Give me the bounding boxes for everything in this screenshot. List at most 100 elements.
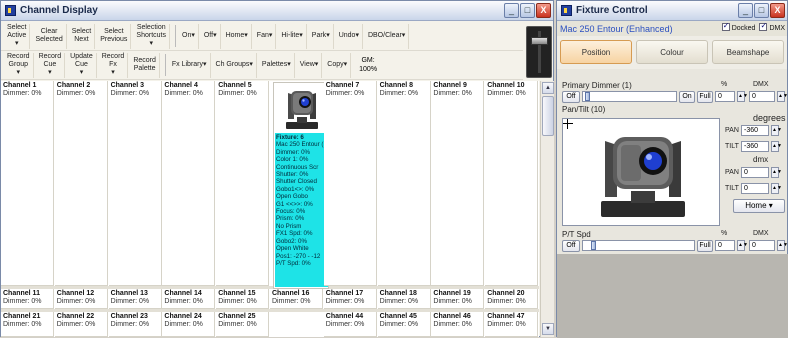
slider-knob[interactable] bbox=[585, 92, 590, 101]
dmx-checkbox[interactable] bbox=[759, 21, 768, 31]
minimize-button[interactable]: _ bbox=[504, 3, 519, 18]
toolbar-btn-undo[interactable]: Undo ▾ bbox=[336, 23, 363, 49]
channel-cell[interactable]: Channel 46 Dimmer: 0% bbox=[431, 312, 485, 337]
dmx-option[interactable]: DMX bbox=[759, 21, 785, 32]
channel-cell[interactable]: Channel 22 Dimmer: 0% bbox=[54, 312, 108, 337]
toolbar-btn-view[interactable]: View ▾ bbox=[297, 52, 323, 78]
channel-cell[interactable]: Channel 2 Dimmer: 0% bbox=[54, 81, 108, 286]
scroll-down-arrow-icon[interactable]: ▼ bbox=[542, 323, 554, 335]
channel-cell[interactable]: Channel 44 Dimmer: 0% bbox=[323, 312, 377, 337]
toolbar-btn-on[interactable]: On ▾ bbox=[179, 23, 199, 49]
toolbar-btn-select-active[interactable]: Select Active ▾ bbox=[4, 23, 31, 49]
slider-knob[interactable] bbox=[591, 241, 596, 250]
toolbar-btn-dbo-clear[interactable]: DBO/Clear ▾ bbox=[365, 23, 410, 49]
toolbar-btn-home[interactable]: Home ▾ bbox=[223, 23, 252, 49]
toolbar-btn-clear-selected[interactable]: Clear Selected bbox=[32, 23, 67, 49]
tilt-dmx-field[interactable]: 0 bbox=[741, 183, 769, 194]
tab-position[interactable]: Position bbox=[560, 40, 632, 64]
pts-pct-field[interactable]: 0 bbox=[715, 240, 735, 251]
pan-degrees-spinner[interactable]: ▲▼ bbox=[771, 125, 782, 136]
channel-vertical-scrollbar[interactable]: ▲ ▼ bbox=[540, 81, 554, 337]
fixture-6-cell[interactable]: Fixture: 6 Mac 250 Entour (Dimmer: 0% Col… bbox=[273, 82, 329, 289]
pts-dmx-spinner[interactable]: ▲▼ bbox=[777, 240, 788, 251]
pd-full-button[interactable]: Full bbox=[697, 91, 713, 103]
channel-cell[interactable]: Channel 5 Dimmer: 0% bbox=[216, 81, 270, 286]
docked-checkbox[interactable] bbox=[721, 21, 730, 31]
scroll-thumb[interactable] bbox=[542, 96, 554, 136]
pts-pct-spinner[interactable]: ▲▼ bbox=[737, 240, 748, 251]
channel-cell[interactable]: Channel 3 Dimmer: 0% bbox=[108, 81, 162, 286]
toolbar-btn-record-fx[interactable]: Record Fx ▾ bbox=[99, 52, 129, 78]
pd-dmx-spinner[interactable]: ▲▼ bbox=[777, 91, 788, 102]
toolbar-btn-select-next[interactable]: Select Next bbox=[69, 23, 96, 49]
minimize-button[interactable]: _ bbox=[738, 3, 753, 18]
channel-cell[interactable]: Channel 16 Dimmer: 0% bbox=[270, 289, 323, 309]
pd-pct-field[interactable]: 0 bbox=[715, 91, 735, 102]
grand-master-fader[interactable] bbox=[526, 26, 552, 78]
toolbar-btn-record-cue[interactable]: Record Cue ▾ bbox=[36, 52, 66, 78]
pts-full-button[interactable]: Full bbox=[697, 240, 713, 252]
channel-cell[interactable]: Channel 47 Dimmer: 0% bbox=[485, 312, 539, 337]
channel-display-titlebar[interactable]: Channel Display _ □ X bbox=[1, 1, 553, 21]
channel-cell[interactable]: Channel 20 Dimmer: 0% bbox=[485, 289, 539, 309]
toolbar-btn-hi-lite[interactable]: Hi-lite ▾ bbox=[278, 23, 307, 49]
pan-degrees-field[interactable]: -360 bbox=[741, 125, 769, 136]
toolbar-btn-select-previous[interactable]: Select Previous bbox=[97, 23, 132, 49]
pd-pct-spinner[interactable]: ▲▼ bbox=[737, 91, 748, 102]
home-button[interactable]: Home ▾ bbox=[733, 199, 785, 213]
toolbar-btn-fan[interactable]: Fan ▾ bbox=[254, 23, 277, 49]
channel-cell[interactable]: Channel 21 Dimmer: 0% bbox=[1, 312, 54, 337]
toolbar-btn-palettes[interactable]: Palettes ▾ bbox=[259, 52, 295, 78]
pan-dmx-field[interactable]: 0 bbox=[741, 167, 769, 178]
channel-cell[interactable]: Channel 18 Dimmer: 0% bbox=[377, 289, 431, 309]
toolbar-btn-record-group[interactable]: Record Group ▾ bbox=[4, 52, 34, 78]
close-button[interactable]: X bbox=[770, 3, 785, 18]
fixture-control-titlebar[interactable]: Fixture Control _ □ X bbox=[557, 1, 787, 21]
channel-cell[interactable]: Channel 10 Dimmer: 0% bbox=[485, 81, 539, 286]
channel-cell[interactable]: Channel 1 Dimmer: 0% bbox=[1, 81, 54, 286]
toolbar-btn-ch-groups[interactable]: Ch Groups ▾ bbox=[213, 52, 257, 78]
channel-cell[interactable]: Channel 25 Dimmer: 0% bbox=[216, 312, 270, 337]
channel-cell[interactable]: Channel 12 Dimmer: 0% bbox=[54, 289, 108, 309]
channel-cell[interactable]: Channel 7 Dimmer: 0% bbox=[323, 81, 377, 286]
tab-beamshape[interactable]: Beamshape bbox=[712, 40, 784, 64]
pd-on-button[interactable]: On bbox=[679, 91, 695, 103]
channel-cell[interactable]: Channel 17 Dimmer: 0% bbox=[323, 289, 377, 309]
tab-colour[interactable]: Colour bbox=[636, 40, 708, 64]
channel-cell[interactable]: Channel 9 Dimmer: 0% bbox=[431, 81, 485, 286]
toolbar-btn-park[interactable]: Park ▾ bbox=[309, 23, 334, 49]
toolbar-btn-selection-shortcuts[interactable]: Selection Shortcuts ▾ bbox=[133, 23, 170, 49]
channel-cell[interactable]: Channel 4 Dimmer: 0% bbox=[162, 81, 216, 286]
toolbar-btn-update-cue[interactable]: Update Cue ▾ bbox=[67, 52, 97, 78]
channel-cell[interactable]: Channel 45 Dimmer: 0% bbox=[377, 312, 431, 337]
pan-dmx-spinner[interactable]: ▲▼ bbox=[771, 167, 782, 178]
channel-cell[interactable]: Channel 13 Dimmer: 0% bbox=[108, 289, 162, 309]
tilt-dmx-spinner[interactable]: ▲▼ bbox=[771, 183, 782, 194]
toolbar-btn-copy[interactable]: Copy ▾ bbox=[324, 52, 352, 78]
scroll-up-arrow-icon[interactable]: ▲ bbox=[542, 82, 554, 94]
pantilt-pad[interactable] bbox=[562, 118, 720, 226]
pts-dmx-field[interactable]: 0 bbox=[749, 240, 775, 251]
pts-off-button[interactable]: Off bbox=[562, 240, 580, 252]
channel-cell[interactable]: Channel 11 Dimmer: 0% bbox=[1, 289, 54, 309]
channel-cell[interactable]: Channel 14 Dimmer: 0% bbox=[162, 289, 216, 309]
toolbar-btn-off[interactable]: Off ▾ bbox=[201, 23, 221, 49]
close-button[interactable]: X bbox=[536, 3, 551, 18]
fader-cap[interactable] bbox=[531, 37, 548, 45]
maximize-button[interactable]: □ bbox=[754, 3, 769, 18]
toolbar-btn-record-palette[interactable]: Record Palette bbox=[130, 52, 160, 78]
channel-cell[interactable]: Channel 24 Dimmer: 0% bbox=[162, 312, 216, 337]
channel-cell[interactable]: Channel 23 Dimmer: 0% bbox=[108, 312, 162, 337]
maximize-button[interactable]: □ bbox=[520, 3, 535, 18]
tilt-degrees-spinner[interactable]: ▲▼ bbox=[771, 141, 782, 152]
pd-off-button[interactable]: Off bbox=[562, 91, 580, 103]
channel-cell[interactable]: Channel 19 Dimmer: 0% bbox=[431, 289, 485, 309]
tilt-degrees-field[interactable]: -360 bbox=[741, 141, 769, 152]
channel-cell[interactable]: Channel 15 Dimmer: 0% bbox=[216, 289, 270, 309]
pd-dmx-field[interactable]: 0 bbox=[749, 91, 775, 102]
toolbar-btn-fx-library[interactable]: Fx Library ▾ bbox=[169, 52, 211, 78]
docked-option[interactable]: Docked bbox=[721, 21, 755, 32]
pt-speed-slider[interactable] bbox=[582, 240, 695, 251]
primary-dimmer-slider[interactable] bbox=[582, 91, 677, 102]
channel-cell[interactable]: Channel 8 Dimmer: 0% bbox=[377, 81, 431, 286]
